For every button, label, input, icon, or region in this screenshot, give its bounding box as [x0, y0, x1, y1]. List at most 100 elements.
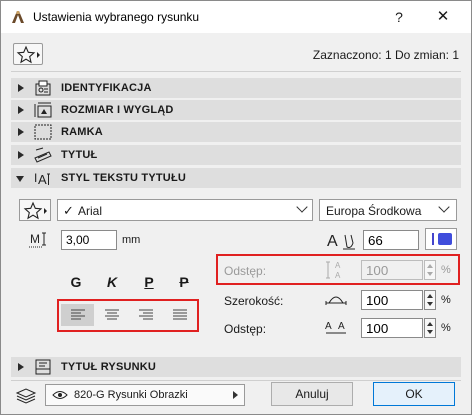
- svg-text:A: A: [38, 172, 47, 187]
- panel-label: ROZMIAR I WYGLĄD: [61, 104, 174, 116]
- svg-text:M: M: [30, 232, 40, 246]
- char-spacing-label: Odstęp:: [224, 322, 267, 336]
- panel-tytul[interactable]: TYTUŁ: [11, 145, 461, 165]
- align-right-icon: [139, 309, 153, 320]
- chevron-down-icon: [296, 201, 308, 213]
- strikethrough-button[interactable]: P: [173, 271, 195, 293]
- selection-info: Zaznaczono: 1 Do zmian: 1: [312, 48, 459, 62]
- align-center-button[interactable]: [95, 304, 128, 326]
- panel-label: STYL TEKSTU TYTUŁU: [61, 172, 187, 184]
- checkmark-icon: ✓: [63, 203, 74, 218]
- char-spacing-input[interactable]: [361, 318, 423, 338]
- spin-up-icon: [427, 264, 433, 268]
- layer-value: 820-G Rysunki Obrazki: [74, 389, 188, 401]
- star-icon: [16, 45, 40, 64]
- width-label: Szerokość:: [224, 294, 284, 308]
- spin-down-icon: [427, 330, 433, 334]
- svg-text:I: I: [34, 171, 37, 185]
- help-button[interactable]: ?: [389, 7, 409, 27]
- svg-text:A: A: [338, 321, 345, 332]
- favorites-button[interactable]: [13, 43, 43, 65]
- line-spacing-stepper: [424, 260, 436, 280]
- percent-unit: %: [441, 264, 451, 276]
- panel-styl-tekstu-tytulu[interactable]: I A STYL TEKSTU TYTUŁU: [11, 168, 461, 188]
- pen-input[interactable]: [363, 230, 419, 250]
- window-title: Ustawienia wybranego rysunku: [33, 10, 200, 24]
- drawing-title-icon: [35, 359, 51, 375]
- svg-text:A: A: [325, 321, 332, 332]
- align-left-icon: [71, 309, 85, 320]
- chevron-right-icon: [18, 363, 24, 371]
- underline-button[interactable]: P: [138, 271, 160, 293]
- spin-down-icon: [427, 302, 433, 306]
- title-bar: Ustawienia wybranego rysunku ? ✕: [1, 1, 471, 33]
- panel-label: RAMKA: [61, 126, 103, 138]
- chevron-right-icon: [18, 128, 24, 136]
- line-spacing-input: [361, 260, 423, 280]
- spin-down-icon: [427, 272, 433, 276]
- chevron-right-icon: [18, 84, 24, 92]
- text-size-icon: M: [29, 232, 46, 248]
- panel-label: TYTUŁ: [61, 149, 98, 161]
- italic-button[interactable]: K: [101, 271, 123, 293]
- panel-label: IDENTYFIKACJA: [61, 82, 152, 94]
- svg-text:A: A: [335, 271, 341, 280]
- bold-button[interactable]: G: [65, 271, 87, 293]
- pen-icon: A: [327, 233, 355, 250]
- percent-unit: %: [441, 322, 451, 334]
- star-icon: [23, 201, 47, 220]
- line-spacing-icon: A A: [326, 261, 341, 280]
- align-justify-button[interactable]: [163, 304, 196, 326]
- close-button[interactable]: ✕: [433, 7, 453, 27]
- svg-text:A: A: [327, 233, 338, 250]
- title-icon: [34, 147, 52, 163]
- chevron-down-icon: [438, 201, 450, 213]
- chevron-right-icon: [18, 106, 24, 114]
- pen-color-button[interactable]: [425, 228, 457, 250]
- layers-icon: [15, 388, 37, 404]
- align-left-button[interactable]: [61, 304, 94, 326]
- encoding-value: Europa Środkowa: [326, 204, 422, 218]
- align-justify-icon: [173, 309, 187, 320]
- dialog-window: Ustawienia wybranego rysunku ? ✕ Zaznacz…: [0, 0, 472, 415]
- line-spacing-label: Odstęp:: [224, 264, 267, 278]
- encoding-dropdown[interactable]: Europa Środkowa: [319, 199, 457, 221]
- width-input[interactable]: [361, 290, 423, 310]
- font-dropdown[interactable]: ✓ Arial: [57, 199, 313, 221]
- divider: [11, 380, 461, 381]
- panel-rozmiar-wyglad[interactable]: ROZMIAR I WYGLĄD: [11, 100, 461, 120]
- eye-icon: [52, 391, 68, 399]
- width-stepper[interactable]: [424, 290, 436, 310]
- color-swatch: [438, 233, 452, 245]
- app-icon: [12, 11, 24, 23]
- align-center-icon: [105, 309, 119, 320]
- spin-up-icon: [427, 294, 433, 298]
- align-right-button[interactable]: [129, 304, 162, 326]
- layer-dropdown[interactable]: 820-G Rysunki Obrazki: [45, 384, 245, 406]
- panel-tytul-rysunku[interactable]: TYTUŁ RYSUNKU: [11, 357, 461, 377]
- char-spacing-stepper[interactable]: [424, 318, 436, 338]
- char-spacing-icon: A A: [325, 321, 346, 334]
- panel-identyfikacja[interactable]: IDENTYFIKACJA: [11, 78, 461, 98]
- color-bar: [432, 233, 434, 245]
- font-value: Arial: [78, 204, 103, 218]
- text-width-icon: [325, 296, 347, 305]
- svg-text:A: A: [335, 261, 341, 270]
- ok-button[interactable]: OK: [373, 382, 455, 406]
- size-appearance-icon: [34, 102, 52, 118]
- divider: [11, 71, 461, 72]
- chevron-down-icon: [16, 176, 24, 182]
- frame-icon: [34, 124, 52, 140]
- chevron-right-icon: [233, 391, 238, 399]
- text-size-input[interactable]: [61, 230, 117, 250]
- chevron-right-icon: [18, 151, 24, 159]
- size-unit: mm: [122, 234, 141, 246]
- id-card-icon: [35, 80, 51, 96]
- text-style-icon: I A: [34, 171, 50, 187]
- spin-up-icon: [427, 322, 433, 326]
- font-favorites-button[interactable]: [19, 199, 51, 221]
- panel-ramka[interactable]: RAMKA: [11, 122, 461, 142]
- panel-label: TYTUŁ RYSUNKU: [61, 361, 157, 373]
- cancel-button[interactable]: Anuluj: [271, 382, 353, 406]
- percent-unit: %: [441, 294, 451, 306]
